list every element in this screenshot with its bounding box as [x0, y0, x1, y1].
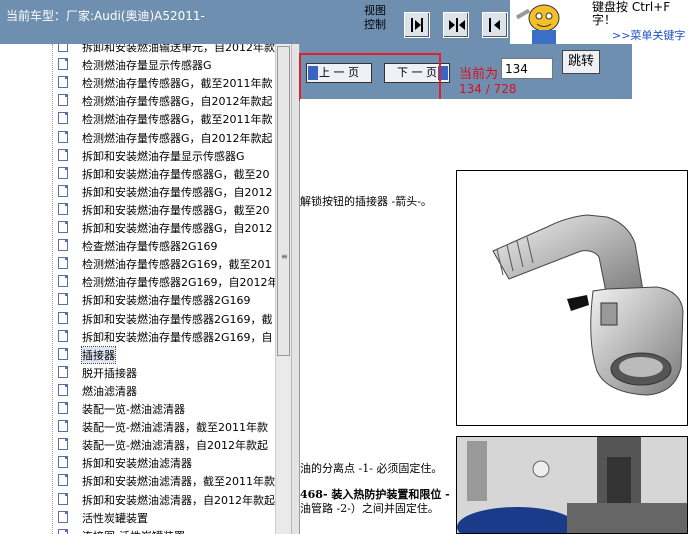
tree-item-label: 脱开插接器 — [82, 366, 137, 380]
document-icon — [58, 365, 68, 378]
tree-item-label: 拆卸和安装燃油存量传感器G，自2012 — [82, 222, 273, 235]
tree-item-label: 活性炭罐装置 — [82, 511, 148, 525]
document-icon — [58, 474, 68, 487]
tree-item-label: 拆卸和安装燃油存量传感器G，截至20 — [82, 167, 270, 181]
document-icon — [58, 58, 68, 71]
tree-item-label: 插接器 — [81, 345, 116, 364]
tree-item-label: 拆卸和安装燃油存量传感器G，截至20 — [82, 203, 270, 217]
menu-keyword-link[interactable]: >>菜单关键字 — [612, 27, 685, 43]
tree-item-label: 拆卸和安装燃油输送单元，自2012年款 — [82, 44, 275, 54]
tree-item-label: 检查燃油存量传感器2G169 — [82, 240, 218, 254]
tree-item-label: 装配一览-燃油滤清器，截至2011年款 — [82, 421, 268, 435]
panel-splitter[interactable] — [291, 44, 300, 534]
tree-item-label: 检测燃油存量传感器2G169，自2012年 — [82, 276, 275, 290]
tree-item-label: 检测燃油存量传感器G，截至2011年款 — [82, 113, 273, 127]
view-split-button[interactable] — [443, 12, 469, 38]
tree-guide-line — [52, 44, 54, 534]
hint-text-line2: 字！ — [592, 13, 617, 27]
vehicle-title: 当前车型：厂家:Audi(奥迪)A52011- — [6, 9, 205, 23]
tree-item-label: 装配一览-燃油滤清器 — [82, 403, 185, 416]
view-right-panel-button[interactable] — [482, 12, 508, 38]
tree-item-label: 检测燃油存量传感器G，截至2011年款 — [82, 77, 273, 91]
document-icon — [58, 293, 68, 306]
tree-item-label: 拆卸和安装燃油存量传感器2G169 — [82, 294, 251, 308]
document-icon — [58, 257, 68, 270]
arrow-left-bar-icon — [489, 18, 500, 32]
arrow-right-bar-icon — [411, 18, 423, 32]
tree-item-label: 拆卸和安装燃油滤清器，截至2011年款 — [82, 475, 275, 489]
view-left-panel-button[interactable] — [404, 12, 430, 38]
tree-item-label: 拆卸和安装燃油滤清器 — [82, 457, 192, 471]
document-icon — [58, 148, 68, 161]
nav-highlight-box — [299, 53, 441, 101]
document-icon — [58, 528, 68, 534]
document-icon — [58, 166, 68, 179]
split-arrows-icon — [449, 18, 465, 32]
grip-icon: ≡ — [281, 252, 288, 261]
content-text: 油的分离点 -1- 必须固定住。 — [300, 462, 443, 475]
document-icon — [58, 44, 68, 52]
document-icon — [58, 492, 68, 505]
document-icon — [58, 311, 68, 324]
document-icon — [58, 221, 68, 233]
mechanic-mascot-icon — [515, 4, 560, 44]
tree-item-label: 拆卸和安装燃油滤清器，自2012年款起 — [82, 493, 275, 507]
tree-item-label: 检测燃油存量显示传感器G — [82, 59, 212, 73]
document-icon — [58, 112, 68, 125]
connector-illustration — [456, 170, 688, 426]
document-icon — [58, 510, 68, 523]
tree-item-label: 检测燃油存量传感器2G169，截至201 — [82, 258, 272, 272]
tree-item-label: 检测燃油存量传感器G，自2012年款起 — [82, 95, 273, 109]
document-icon — [58, 420, 68, 433]
tree-item-label: 拆卸和安装燃油存量传感器G，自2012 — [82, 185, 273, 199]
document-icon — [58, 184, 68, 197]
header-bar: 当前车型：厂家:Audi(奥迪)A52011- 视图控制 键盘按 Ctrl+F … — [0, 0, 688, 44]
document-icon — [58, 329, 68, 342]
tree-item-label: 拆卸和安装燃油存量传感器2G169，自 — [82, 330, 273, 344]
tree-scrollbar[interactable]: ≡ — [275, 44, 291, 534]
fuel-connector-drawing — [492, 214, 684, 396]
tree-item-label: 燃油滤清器 — [82, 384, 137, 398]
document-icon — [58, 130, 68, 143]
document-icon — [58, 202, 68, 215]
content-text: 解锁按钮的插接器 -箭头-。 — [300, 195, 432, 208]
scroll-thumb[interactable]: ≡ — [277, 46, 290, 356]
document-icon — [58, 275, 68, 288]
document-tree: 拆卸和安装燃油输送单元，自2012年款检测燃油存量显示传感器G 检测燃油存量传感器… — [0, 44, 275, 534]
document-icon — [58, 383, 68, 396]
tree-item-label: 检测燃油存量传感器G，自2012年款起 — [82, 131, 273, 145]
document-icon — [58, 438, 68, 451]
tree-item-label: 拆卸和安装燃油存量显示传感器G — [82, 149, 245, 163]
current-page-label: 当前为 — [459, 67, 499, 82]
document-icon — [58, 402, 68, 414]
page-counter: 134 / 728 — [459, 82, 517, 96]
view-control-label: 视图控制 — [364, 4, 386, 31]
search-hint: 键盘按 Ctrl+F 字！ >>菜单关键字 — [582, 0, 688, 44]
mascot-image — [510, 0, 582, 44]
tree-item-label: 拆卸和安装燃油存量传感器2G169，截 — [82, 312, 273, 326]
engine-illustration — [456, 436, 688, 534]
tree-item-label: 连接图-活性炭罐装置 — [82, 528, 185, 534]
document-icon — [58, 239, 68, 252]
document-icon — [58, 94, 68, 107]
document-icon — [58, 76, 68, 89]
page-number-input[interactable] — [501, 58, 553, 79]
document-icon — [58, 347, 68, 360]
engine-parts-drawing — [457, 437, 687, 533]
content-text: 油管路 -2-）之间并固定住。 — [300, 502, 439, 515]
jump-button[interactable]: 跳转 — [562, 50, 600, 74]
document-icon — [58, 456, 68, 469]
tree-item-label: 装配一览-燃油滤清器，自2012年款起 — [82, 439, 268, 453]
